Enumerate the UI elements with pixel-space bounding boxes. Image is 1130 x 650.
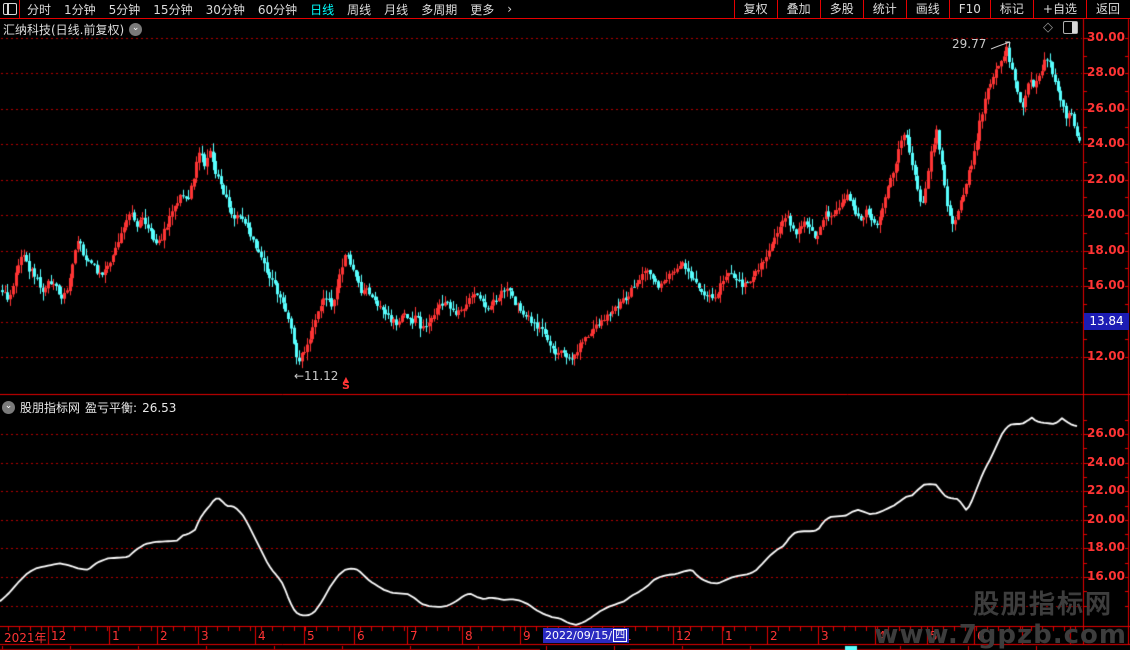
month-label: 3 xyxy=(201,629,209,643)
function-button-1[interactable]: 叠加 xyxy=(776,0,820,18)
month-label: 2 xyxy=(770,629,778,643)
main-price-label: 28.00 xyxy=(1087,65,1125,80)
period-tab-6[interactable]: 日线 xyxy=(310,1,334,18)
sub-value-label: 22.00 xyxy=(1087,483,1125,498)
chart-canvas[interactable] xyxy=(0,0,1130,650)
diamond-icon[interactable]: ◇ xyxy=(1043,21,1053,34)
period-tab-1[interactable]: 1分钟 xyxy=(64,1,96,18)
month-label: 7 xyxy=(410,629,418,643)
high-price-annotation: 29.77 xyxy=(952,37,1016,52)
main-price-label: 22.00 xyxy=(1087,171,1125,186)
watermark-line1: 股朋指标网 xyxy=(972,590,1113,620)
month-label: 9 xyxy=(523,629,531,643)
tdx-app-window: 分时 1分钟 5分钟 15分钟 30分钟 60分钟 日线 周线 月线 多周期 更多 › 复权 叠加 多股统… xyxy=(0,0,1130,650)
sub-value-label: 20.00 xyxy=(1087,511,1125,526)
main-price-label: 18.00 xyxy=(1087,242,1125,257)
function-button-3[interactable]: 统计 xyxy=(862,0,906,18)
main-price-label: 26.00 xyxy=(1087,100,1125,115)
main-price-label: 20.00 xyxy=(1087,207,1125,222)
stock-title: 汇纳科技(日线.前复权) ⌄ xyxy=(3,21,143,38)
period-tab-3[interactable]: 15分钟 xyxy=(153,1,192,18)
weekday-box: 四 xyxy=(613,629,628,642)
split-window-icon[interactable] xyxy=(0,0,20,18)
main-price-label: 16.00 xyxy=(1087,278,1125,293)
month-label: 3 xyxy=(821,629,829,643)
signal-marker: ▲ S xyxy=(342,375,350,392)
stock-title-label: 汇纳科技(日线.前复权) xyxy=(3,23,125,37)
crosshair-date-badge: 2022/09/15/ 四 xyxy=(543,628,630,643)
year-label: 2021年 xyxy=(4,631,47,645)
indicator-value: 26.53 xyxy=(142,400,177,415)
low-price-annotation: ←11.12 xyxy=(294,369,339,383)
site-watermark: 股朋指标网 www.7gpzb.com xyxy=(874,590,1127,650)
indicator-label: 盈亏平衡: xyxy=(85,401,138,415)
indicator-site: 股朋指标网 xyxy=(20,401,81,415)
month-label: 4 xyxy=(258,629,266,643)
month-label: 1 xyxy=(725,629,733,643)
month-label: 5 xyxy=(307,629,315,643)
month-label: 12 xyxy=(51,629,67,643)
split-window-glyph xyxy=(2,3,17,15)
period-tab-4[interactable]: 30分钟 xyxy=(206,1,245,18)
chevron-down-icon[interactable]: ⌄ xyxy=(2,401,15,414)
watermark-line2: www.7gpzb.com xyxy=(874,620,1127,650)
main-price-label: 30.00 xyxy=(1087,30,1125,44)
month-label: 1 xyxy=(112,629,120,643)
chart-corner-icons: ◇ xyxy=(1043,21,1078,34)
period-tab-2[interactable]: 5分钟 xyxy=(109,1,141,18)
sub-value-label: 16.00 xyxy=(1087,569,1125,583)
function-button-5[interactable]: F10 xyxy=(948,0,990,18)
main-price-label: 24.00 xyxy=(1087,136,1125,151)
period-toolbar: 分时 1分钟 5分钟 15分钟 30分钟 60分钟 日线 周线 月线 多周期 更多 › 复权 叠加 多股统… xyxy=(0,0,1130,19)
sub-value-label: 24.00 xyxy=(1087,454,1125,469)
function-buttons: 复权 叠加 多股 统计 画线 F10 标记 +自选 返回 xyxy=(733,0,1129,18)
period-tab-11[interactable]: › xyxy=(507,2,512,16)
function-button-2[interactable]: 多股 xyxy=(819,0,863,18)
period-tab-5[interactable]: 60分钟 xyxy=(258,1,297,18)
main-price-label: 12.00 xyxy=(1087,348,1125,363)
function-button-4[interactable]: 画线 xyxy=(905,0,949,18)
chevron-down-icon[interactable]: ⌄ xyxy=(129,23,143,36)
indicator-header: ⌄ 股朋指标网 盈亏平衡: 26.53 xyxy=(2,399,176,416)
split-pane-icon[interactable] xyxy=(1063,21,1078,34)
period-tab-9[interactable]: 多周期 xyxy=(421,1,457,18)
period-tab-0[interactable]: 分时 xyxy=(27,1,51,18)
sub-value-label: 18.00 xyxy=(1087,540,1125,555)
function-button-8[interactable]: 返回 xyxy=(1085,0,1129,18)
month-label: 12 xyxy=(676,629,692,643)
period-tab-8[interactable]: 月线 xyxy=(384,1,408,18)
function-button-0[interactable]: 复权 xyxy=(733,0,777,18)
period-tabs: 分时 1分钟 5分钟 15分钟 30分钟 60分钟 日线 周线 月线 多周期 更多 › xyxy=(20,1,512,18)
month-label: 6 xyxy=(357,629,365,643)
function-button-6[interactable]: 标记 xyxy=(989,0,1033,18)
function-button-7[interactable]: +自选 xyxy=(1032,0,1086,18)
period-tab-7[interactable]: 周线 xyxy=(347,1,371,18)
sub-value-label: 26.00 xyxy=(1087,426,1125,440)
annotation-arrow-icon xyxy=(990,41,1011,49)
month-label: 8 xyxy=(465,629,473,643)
month-label: 2 xyxy=(160,629,168,643)
period-tab-10[interactable]: 更多 xyxy=(470,1,494,18)
crosshair-price-badge: 13.84 xyxy=(1084,313,1129,330)
